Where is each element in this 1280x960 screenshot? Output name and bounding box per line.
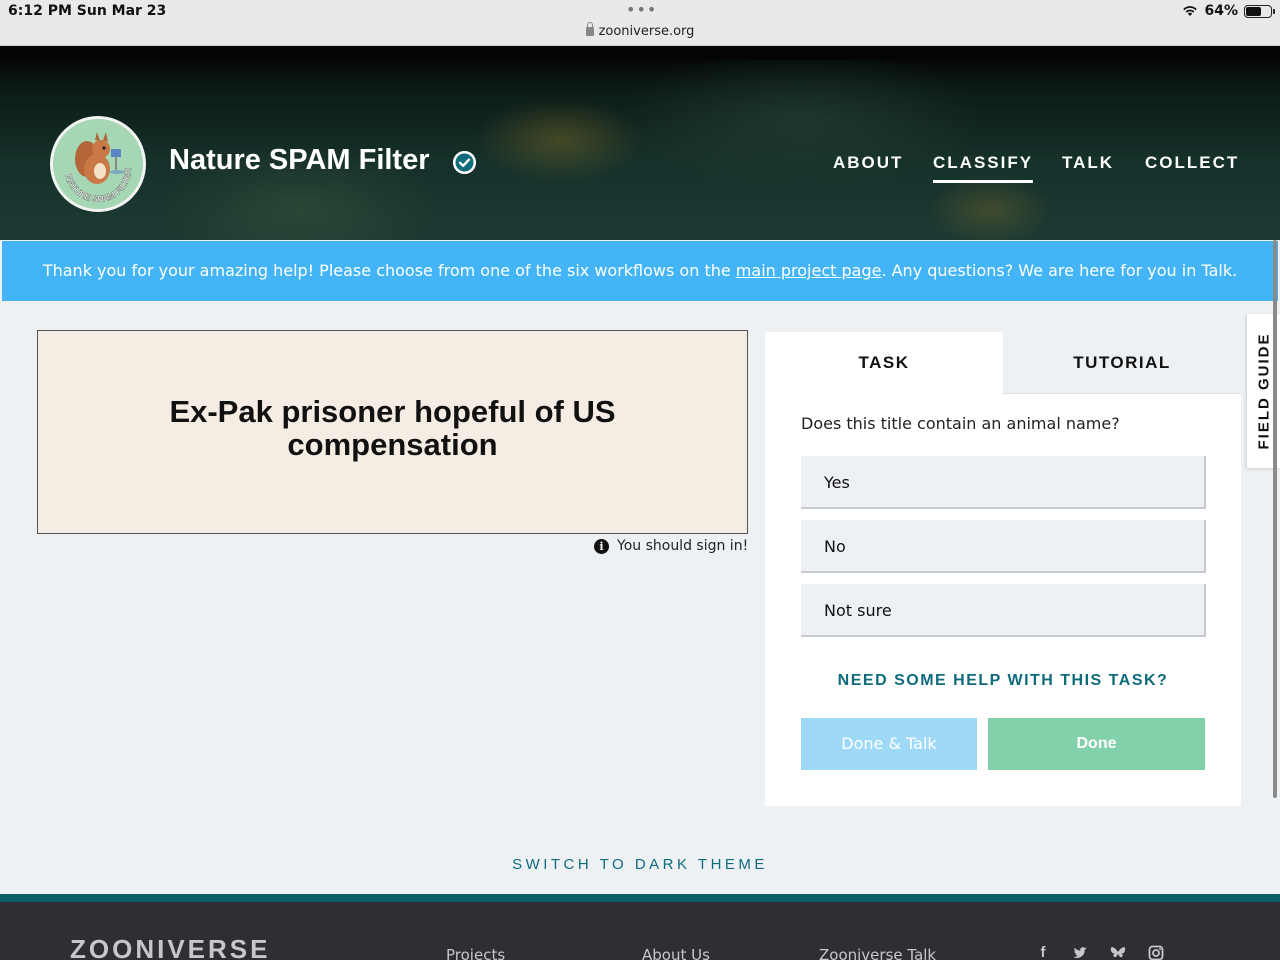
banner-text-after: . Any questions? We are here for you in … xyxy=(881,261,1238,280)
subject-viewer: Ex-Pak prisoner hopeful of US compensati… xyxy=(37,330,748,534)
site-footer: ZOONIVERSE Projects About Us Zooniverse … xyxy=(0,894,1280,960)
facebook-icon[interactable]: f xyxy=(1034,944,1052,960)
status-right: 64% xyxy=(1182,3,1275,19)
signin-text: You should sign in! xyxy=(617,538,749,554)
announcement-banner: Thank you for your amazing help! Please … xyxy=(2,241,1278,301)
footer-link-talk[interactable]: Zooniverse Talk xyxy=(819,946,936,960)
bluesky-icon[interactable] xyxy=(1109,944,1127,960)
footer-link-projects[interactable]: Projects xyxy=(446,946,505,960)
status-time: 6:12 PM Sun Mar 23 xyxy=(8,3,167,19)
answer-yes[interactable]: Yes xyxy=(801,456,1206,509)
task-help-link[interactable]: NEED SOME HELP WITH THIS TASK? xyxy=(765,672,1241,690)
switch-theme-button[interactable]: SWITCH TO DARK THEME xyxy=(0,856,1280,873)
address-bar[interactable]: zooniverse.org xyxy=(0,22,1280,39)
banner-text-before: Thank you for your amazing help! Please … xyxy=(42,261,736,280)
twitter-icon[interactable] xyxy=(1071,944,1089,960)
nav-classify[interactable]: CLASSIFY xyxy=(933,153,1034,183)
subject-headline-line2: compensation xyxy=(287,427,498,462)
project-title[interactable]: Nature SPAM Filter xyxy=(169,144,430,177)
done-and-talk-button[interactable]: Done & Talk xyxy=(801,718,977,770)
status-bar: 6:12 PM Sun Mar 23 ••• zooniverse.org 64… xyxy=(0,0,1280,46)
wifi-icon xyxy=(1182,5,1198,17)
task-question: Does this title contain an animal name? xyxy=(801,414,1120,433)
project-logo[interactable]: NATURE SPAM FILTER xyxy=(50,116,146,212)
nav-about[interactable]: ABOUT xyxy=(833,153,903,173)
instagram-icon[interactable] xyxy=(1147,944,1165,960)
battery-icon xyxy=(1244,4,1275,18)
page-scrollbar[interactable] xyxy=(1273,240,1277,798)
footer-link-about[interactable]: About Us xyxy=(642,946,710,960)
done-button[interactable]: Done xyxy=(988,718,1205,770)
signin-notice[interactable]: i You should sign in! xyxy=(594,538,748,554)
url-text: zooniverse.org xyxy=(598,24,695,39)
main-project-page-link[interactable]: main project page xyxy=(736,261,882,280)
project-header: NATURE SPAM FILTER Nature SPAM Filter AB… xyxy=(0,46,1280,240)
answer-not-sure[interactable]: Not sure xyxy=(801,584,1206,637)
verified-badge-icon xyxy=(453,151,476,174)
nav-collect[interactable]: COLLECT xyxy=(1145,153,1239,173)
subject-headline: Ex-Pak prisoner hopeful of US compensati… xyxy=(38,395,747,461)
battery-percent: 64% xyxy=(1204,3,1238,19)
tab-tutorial[interactable]: TUTORIAL xyxy=(1003,332,1241,394)
task-panel: TASK TUTORIAL Does this title contain an… xyxy=(765,332,1241,806)
field-guide-label: FIELD GUIDE xyxy=(1255,332,1272,450)
lock-icon xyxy=(585,22,594,36)
subject-headline-line1: Ex-Pak prisoner hopeful of US xyxy=(169,394,616,429)
tab-task[interactable]: TASK xyxy=(765,332,1003,394)
zooniverse-logo[interactable]: ZOONIVERSE xyxy=(70,934,270,960)
browser-menu-dots[interactable]: ••• xyxy=(626,0,657,19)
nav-talk[interactable]: TALK xyxy=(1062,153,1114,173)
info-icon: i xyxy=(594,538,609,554)
answer-no[interactable]: No xyxy=(801,520,1206,573)
